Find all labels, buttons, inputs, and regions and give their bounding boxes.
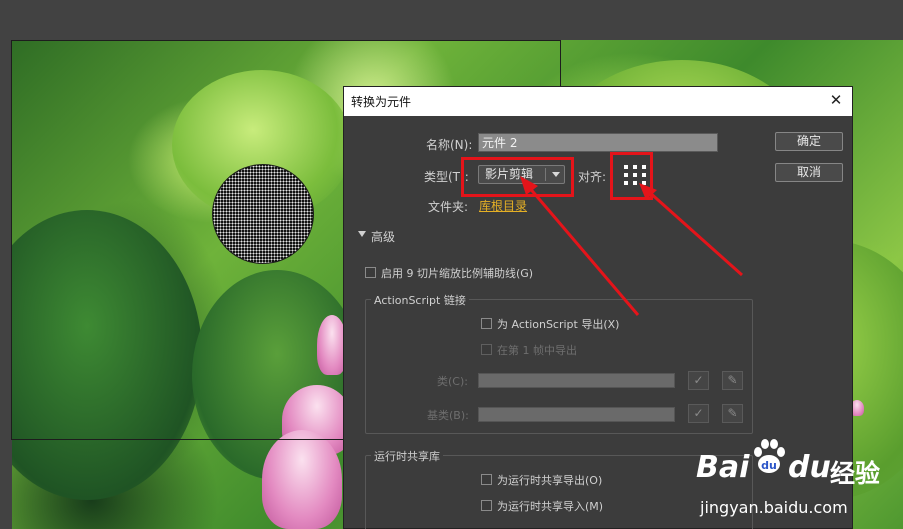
watermark-url: jingyan.baidu.com xyxy=(700,498,848,517)
screen: 转换为元件 ✕ 名称(N): 确定 取消 类型(T): 影片剪辑 对齐: 文件夹… xyxy=(0,0,903,529)
svg-text:du: du xyxy=(761,459,777,472)
watermark-brand-b: du xyxy=(788,450,831,485)
watermark-brand-cn: 经验 xyxy=(830,459,881,488)
watermark-brand-a: Bai xyxy=(696,450,750,485)
paw-logo-icon: du xyxy=(754,439,785,473)
baidu-watermark: Bai du du 经验 jingyan.baidu.com xyxy=(690,432,900,527)
